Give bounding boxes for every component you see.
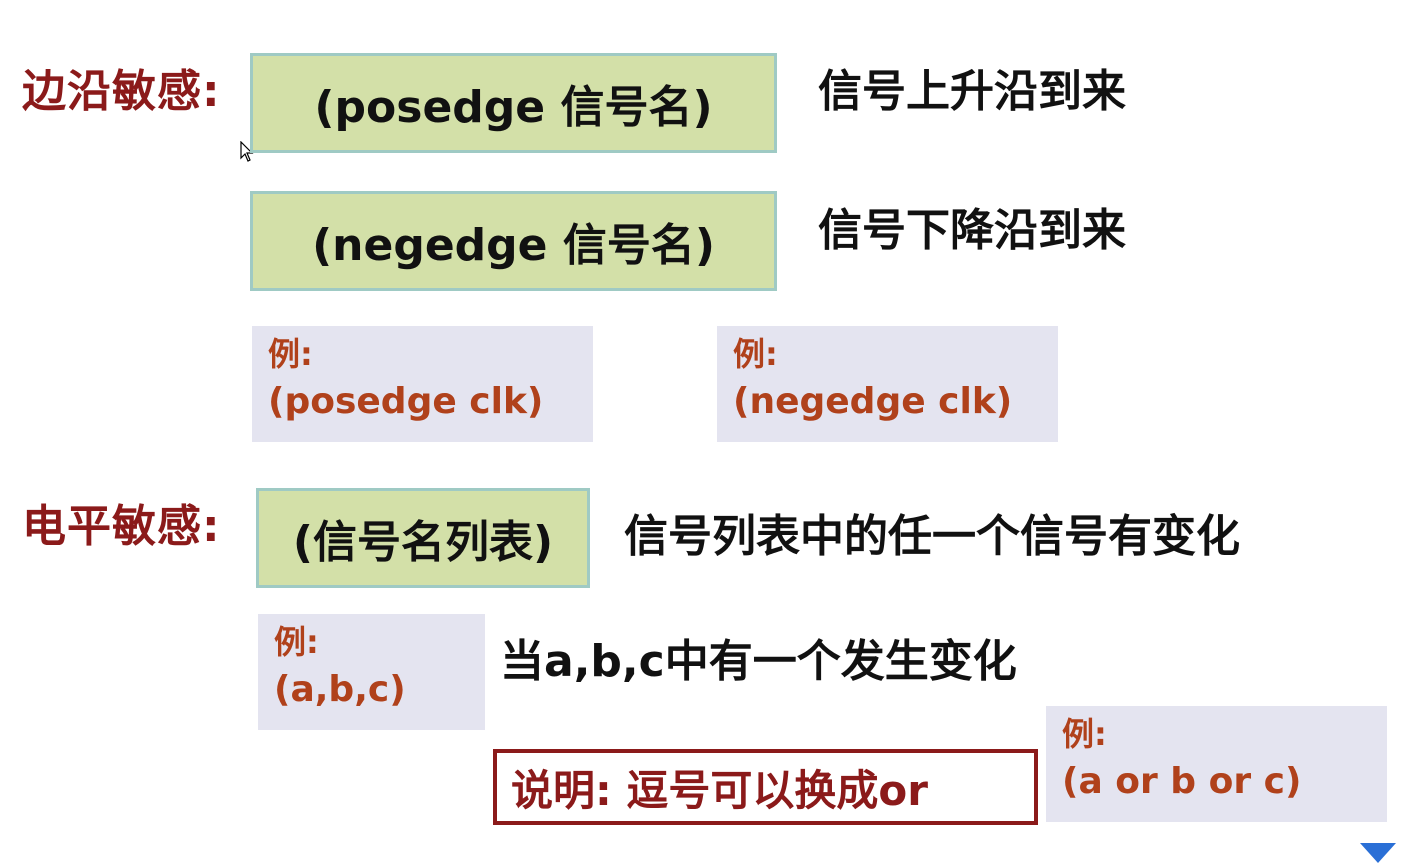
level-sensitive-label: 电平敏感: <box>22 501 221 552</box>
note-box: 说明: 逗号可以换成or <box>493 749 1038 825</box>
signal-list-description: 信号列表中的任一个信号有变化 <box>624 511 1240 562</box>
example-code: (a or b or c) <box>1062 760 1302 802</box>
posedge-example-box: 例: (posedge clk) <box>252 326 593 442</box>
negedge-example-box: 例: (negedge clk) <box>717 326 1058 442</box>
edge-sensitive-label: 边沿敏感: <box>22 66 221 117</box>
example-label: 例: <box>268 335 313 373</box>
signal-list-box: (信号名列表) <box>256 488 590 588</box>
example-label: 例: <box>733 335 778 373</box>
example-code: (posedge clk) <box>268 380 544 422</box>
negedge-description: 信号下降沿到来 <box>818 205 1126 256</box>
example-code: (negedge clk) <box>733 380 1013 422</box>
posedge-description: 信号上升沿到来 <box>818 66 1126 117</box>
triangle-down-icon <box>1360 843 1396 863</box>
posedge-syntax-box: (posedge 信号名) <box>250 53 777 153</box>
negedge-syntax-box: (negedge 信号名) <box>250 191 777 291</box>
level-example-box: 例: (a,b,c) <box>258 614 485 730</box>
level-example-description: 当a,b,c中有一个发生变化 <box>500 636 1017 687</box>
example-label: 例: <box>274 623 319 661</box>
example-label: 例: <box>1062 715 1107 753</box>
or-example-box: 例: (a or b or c) <box>1046 706 1387 822</box>
example-code: (a,b,c) <box>274 668 406 710</box>
